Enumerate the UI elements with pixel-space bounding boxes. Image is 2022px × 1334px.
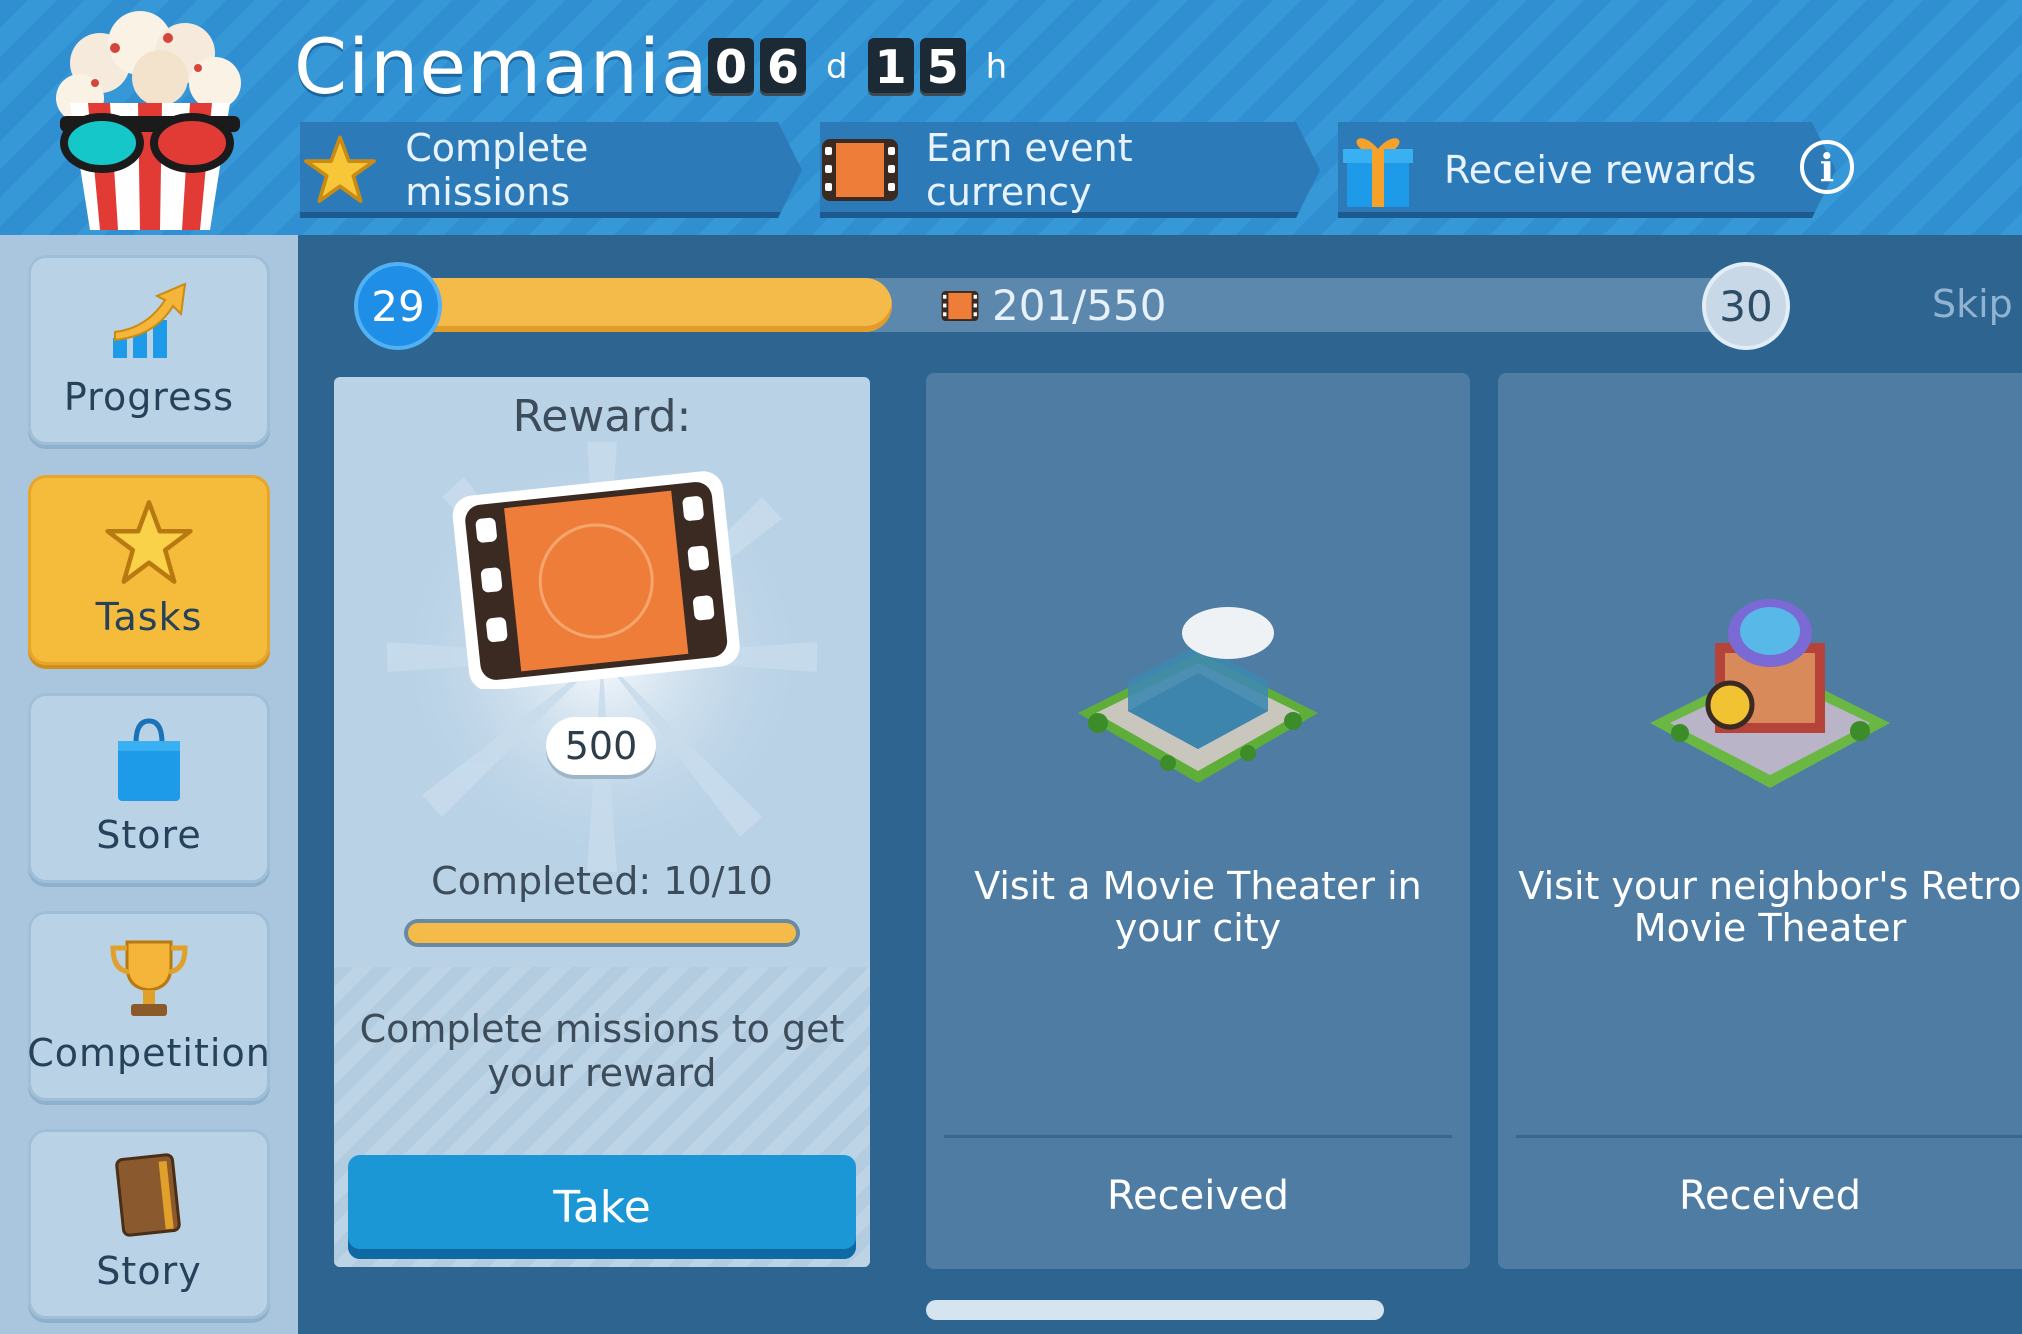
popcorn-logo-icon — [56, 11, 241, 230]
skip-level-button[interactable]: Skip l — [1932, 282, 2022, 326]
timer-digit: 6 — [760, 38, 806, 96]
progress-arrow-icon — [104, 277, 194, 367]
star-icon — [300, 130, 379, 210]
take-button[interactable]: Take — [348, 1155, 856, 1259]
movie-theater-building-icon — [1078, 607, 1318, 783]
level-progress-fill — [380, 278, 892, 332]
book-icon — [104, 1151, 194, 1241]
sidebar-item-store[interactable]: Store — [28, 693, 270, 883]
sidebar-item-story[interactable]: Story — [28, 1129, 270, 1319]
progress-count: 201/550 — [940, 281, 1166, 330]
film-frame-icon — [820, 130, 900, 210]
step-label: Receive rewards — [1444, 148, 1757, 192]
timer-hours-unit: h — [985, 47, 1008, 87]
reward-title: Reward: — [512, 391, 692, 442]
task-description: Visit your neighbor's Retro Movie Theate… — [1518, 864, 2022, 950]
shopping-bag-icon — [104, 715, 194, 805]
reward-amount: 500 — [546, 717, 656, 775]
current-level-badge: 29 — [354, 262, 442, 350]
step-complete-missions: Complete missions — [300, 122, 802, 218]
task-divider — [1516, 1135, 2022, 1138]
task-card[interactable]: Visit your neighbor's Retro Movie Theate… — [1498, 373, 2022, 1269]
retro-theater-building-icon — [1650, 599, 1890, 788]
reward-card: Reward: 500 Completed: 10/10 Complete mi… — [334, 377, 870, 1267]
progress-text: 201/550 — [992, 281, 1167, 330]
task-divider — [944, 1135, 1452, 1138]
step-label: Complete missions — [405, 126, 589, 214]
horizontal-scrollbar[interactable] — [926, 1300, 1384, 1320]
event-timer: 0 6 d 1 5 h — [708, 38, 1021, 96]
timer-days-unit: d — [826, 47, 848, 87]
event-steps: Complete missions Earn event currency Re… — [300, 122, 1836, 218]
step-label: Earn event currency — [926, 126, 1133, 214]
step-receive-rewards: Receive rewards — [1338, 122, 1836, 218]
timer-digit: 1 — [867, 38, 914, 96]
sidebar-item-label: Progress — [63, 375, 235, 419]
sidebar: Progress Tasks Store Competition Story — [0, 235, 298, 1334]
sidebar-item-progress[interactable]: Progress — [28, 255, 270, 445]
sidebar-item-label: Store — [96, 813, 202, 857]
trophy-icon — [104, 933, 194, 1023]
task-description: Visit a Movie Theater in your city — [974, 864, 1422, 950]
task-status: Received — [1107, 1173, 1289, 1219]
task-card[interactable]: Visit a Movie Theater in your city Recei… — [926, 373, 1470, 1269]
info-button[interactable]: i — [1800, 140, 1854, 194]
task-status: Received — [1679, 1173, 1861, 1219]
timer-digit: 5 — [919, 38, 966, 96]
sidebar-item-tasks[interactable]: Tasks — [28, 475, 270, 665]
sidebar-item-label: Story — [96, 1249, 202, 1293]
film-frame-reward-icon — [452, 471, 740, 689]
sidebar-item-label: Competition — [27, 1031, 271, 1075]
sidebar-item-label: Tasks — [95, 595, 203, 639]
event-header: Cinemania 0 6 d 1 5 h Complete missions … — [0, 0, 2022, 235]
film-frame-icon — [941, 290, 979, 321]
next-level-badge: 30 — [1702, 262, 1790, 350]
timer-digit: 0 — [708, 38, 754, 96]
gift-icon — [1338, 130, 1418, 210]
star-icon — [104, 497, 194, 587]
sidebar-item-competition[interactable]: Competition — [27, 911, 271, 1101]
event-title: Cinemania — [294, 22, 709, 111]
completed-count: Completed: 10/10 — [431, 859, 773, 903]
reward-hint: Complete missions to get your reward — [359, 1007, 845, 1095]
completed-bar-fill — [408, 923, 796, 943]
step-earn-currency: Earn event currency — [820, 122, 1320, 218]
